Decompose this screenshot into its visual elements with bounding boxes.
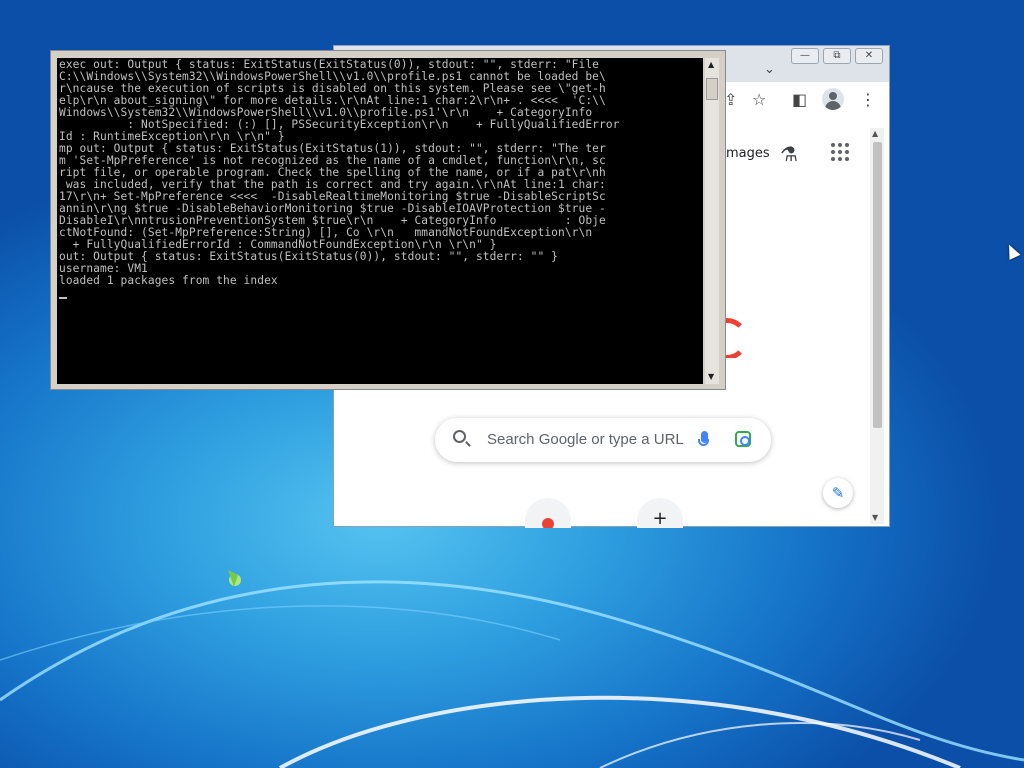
labs-flask-icon[interactable]: ⚗ <box>780 142 798 166</box>
console-text: exec out: Output { status: ExitStatus(Ex… <box>57 58 703 288</box>
microphone-icon[interactable] <box>698 431 709 446</box>
add-shortcut-button[interactable]: + <box>637 498 683 528</box>
google-logo <box>724 318 746 358</box>
images-link[interactable]: mages <box>726 146 770 161</box>
console-output[interactable]: exec out: Output { status: ExitStatus(Ex… <box>57 58 703 384</box>
console-scroll-down-icon[interactable]: ▼ <box>708 372 714 381</box>
customize-chrome-button[interactable]: ✎ <box>823 478 853 508</box>
search-icon <box>453 430 466 443</box>
page-scrollbar[interactable]: ▲ ▼ <box>870 128 884 524</box>
bookmark-star-icon[interactable]: ☆ <box>752 90 766 109</box>
console-window[interactable]: exec out: Output { status: ExitStatus(Ex… <box>50 50 726 390</box>
scrollbar-thumb[interactable] <box>873 142 882 428</box>
profile-avatar-icon[interactable] <box>822 88 844 110</box>
windows-logo-icon <box>228 570 241 587</box>
console-scroll-thumb[interactable] <box>706 78 718 100</box>
side-panel-icon[interactable]: ◧ <box>792 90 807 109</box>
search-box[interactable]: Search Google or type a URL <box>435 418 771 462</box>
console-scroll-up-icon[interactable]: ▲ <box>708 60 714 69</box>
minimize-button[interactable]: — <box>791 48 819 64</box>
share-icon[interactable]: ⇪ <box>724 90 737 109</box>
search-input[interactable]: Search Google or type a URL <box>487 431 684 448</box>
close-button[interactable]: ✕ <box>855 48 883 64</box>
console-scrollbar[interactable]: ▲ ▼ <box>705 58 719 384</box>
console-cursor <box>59 297 67 299</box>
plus-icon: + <box>652 508 668 528</box>
scroll-down-arrow-icon[interactable]: ▼ <box>872 513 878 522</box>
google-apps-icon[interactable] <box>831 143 849 161</box>
shortcut-tile[interactable] <box>525 498 571 528</box>
tab-search-dropdown-icon[interactable]: ⌄ <box>764 62 775 77</box>
restore-button[interactable]: ⧉ <box>823 48 851 64</box>
scroll-up-arrow-icon[interactable]: ▲ <box>872 129 878 138</box>
google-lens-icon[interactable] <box>735 431 751 447</box>
console-line: loaded 1 packages from the index <box>59 274 278 287</box>
menu-dots-icon[interactable]: ⋮ <box>860 90 876 109</box>
shortcut-favicon-icon <box>542 518 554 528</box>
